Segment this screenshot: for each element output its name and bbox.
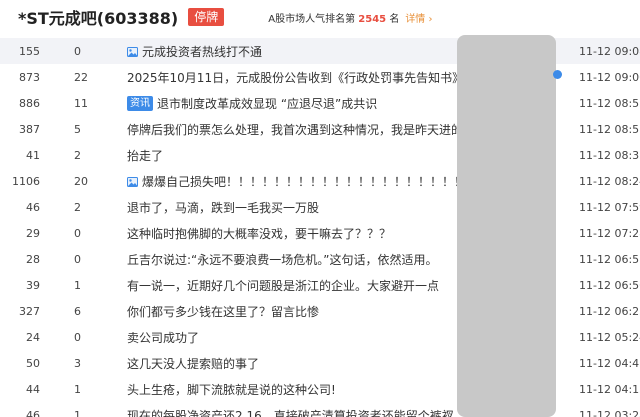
- post-title-link[interactable]: 现在的每股净资产还2.16，直接破产清算投资者还能留个裤衩。: [127, 407, 457, 417]
- post-time: 11-12 04:47: [579, 356, 640, 370]
- rank-suffix: 名: [389, 13, 400, 25]
- post-time: 11-12 08:35: [579, 148, 640, 162]
- post-title-link[interactable]: 退市了，马滴，跌到一毛我买一万股: [127, 199, 319, 216]
- reply-count: 2: [74, 148, 81, 162]
- post-title-link[interactable]: 抬走了: [127, 147, 163, 164]
- post-title-link[interactable]: 卖公司成功了: [127, 329, 199, 346]
- post-title: 这几天没人提索赔的事了: [127, 355, 457, 372]
- post-time: 11-12 07:28: [579, 226, 640, 240]
- read-count: 873: [19, 70, 40, 84]
- post-time: 11-12 04:15: [579, 382, 640, 396]
- post-time: 11-12 08:24: [579, 174, 640, 188]
- post-title: 爆爆自己损失吧！！！！！！！！！！！！！！！！！！！！！: [127, 173, 457, 190]
- status-badge: 停牌: [188, 8, 225, 26]
- reply-count: 22: [74, 70, 88, 84]
- post-time: 11-12 08:55: [579, 96, 640, 110]
- reply-count: 5: [74, 122, 81, 136]
- post-title-link[interactable]: 爆爆自己损失吧！！！！！！！！！！！！！！！！！！！！！: [142, 173, 457, 190]
- post-time: 11-12 08:51: [579, 122, 640, 136]
- detail-label: 详情: [405, 13, 426, 25]
- unread-dot-icon: [553, 70, 562, 79]
- post-title-link[interactable]: 2025年10月11日，元成股份公告收到《行政处罚事先告知书》: [127, 69, 457, 86]
- bar-title[interactable]: *ST元成吧(603388): [18, 5, 178, 29]
- post-title-link[interactable]: 元成投资者热线打不通: [142, 43, 262, 60]
- post-title: 卖公司成功了: [127, 329, 457, 346]
- post-title: 元成投资者热线打不通: [127, 43, 457, 60]
- reply-count: 1: [74, 382, 81, 396]
- read-count: 50: [26, 356, 40, 370]
- reply-count: 11: [74, 96, 88, 110]
- read-count: 886: [19, 96, 40, 110]
- reply-count: 0: [74, 252, 81, 266]
- picture-icon: [127, 46, 138, 57]
- post-title-link[interactable]: 头上生疮，脚下流脓就是说的这种公司!: [127, 381, 336, 398]
- reply-count: 1: [74, 278, 81, 292]
- read-count: 44: [26, 382, 40, 396]
- author-column-redacted: [457, 35, 556, 417]
- guba-post-list-page: *ST元成吧(603388) 停牌 A股市场人气排名第 2545 名 详情 › …: [0, 0, 640, 417]
- post-title-link[interactable]: 退市制度改革成效显现 “应退尽退”成共识: [157, 95, 377, 112]
- post-title: 现在的每股净资产还2.16，直接破产清算投资者还能留个裤衩。: [127, 407, 457, 417]
- news-tag: 资讯: [127, 95, 153, 111]
- post-time: 11-12 09:06: [579, 70, 640, 84]
- reply-count: 0: [74, 226, 81, 240]
- post-title-link[interactable]: 这几天没人提索赔的事了: [127, 355, 259, 372]
- post-time: 11-12 06:56: [579, 278, 640, 292]
- post-title: 你们都亏多少钱在这里了？留言比惨: [127, 303, 457, 320]
- popularity-rank: A股市场人气排名第 2545 名: [268, 10, 399, 25]
- reply-count: 6: [74, 304, 81, 318]
- post-title: 资讯 退市制度改革成效显现 “应退尽退”成共识: [127, 95, 457, 112]
- post-title: 有一说一，近期好几个问题股是浙江的企业。大家避开一点: [127, 277, 457, 294]
- read-count: 24: [26, 330, 40, 344]
- post-time: 11-12 06:57: [579, 252, 640, 266]
- post-title: 头上生疮，脚下流脓就是说的这种公司!: [127, 381, 457, 398]
- reply-count: 20: [74, 174, 88, 188]
- chevron-right-icon: ›: [428, 13, 433, 25]
- post-title-link[interactable]: 丘吉尔说过:“永远不要浪费一场危机。”这句话，依然适用。: [127, 251, 437, 268]
- post-title: 抬走了: [127, 147, 457, 164]
- read-count: 28: [26, 252, 40, 266]
- post-title-link[interactable]: 停牌后我们的票怎么处理，我首次遇到这种情况，我是昨天进的: [127, 121, 457, 138]
- post-title: 2025年10月11日，元成股份公告收到《行政处罚事先告知书》: [127, 69, 457, 86]
- post-title: 停牌后我们的票怎么处理，我首次遇到这种情况，我是昨天进的: [127, 121, 457, 138]
- read-count: 387: [19, 122, 40, 136]
- post-title: 丘吉尔说过:“永远不要浪费一场危机。”这句话，依然适用。: [127, 251, 457, 268]
- reply-count: 0: [74, 44, 81, 58]
- reply-count: 1: [74, 408, 81, 417]
- post-time: 11-12 09:08: [579, 44, 640, 58]
- post-title: 这种临时抱佛脚的大概率没戏，要干嘛去了？？？: [127, 225, 457, 242]
- post-time: 11-12 05:24: [579, 330, 640, 344]
- read-count: 41: [26, 148, 40, 162]
- detail-link[interactable]: 详情 ›: [405, 10, 432, 25]
- read-count: 155: [19, 44, 40, 58]
- post-time: 11-12 06:25: [579, 304, 640, 318]
- post-title-link[interactable]: 你们都亏多少钱在这里了？留言比惨: [127, 303, 319, 320]
- read-count: 327: [19, 304, 40, 318]
- post-title: 退市了，马滴，跌到一毛我买一万股: [127, 199, 457, 216]
- read-count: 46: [26, 200, 40, 214]
- rank-value: 2545: [358, 13, 387, 25]
- post-title-link[interactable]: 有一说一，近期好几个问题股是浙江的企业。大家避开一点: [127, 277, 439, 294]
- bar-header: *ST元成吧(603388) 停牌 A股市场人气排名第 2545 名 详情 ›: [0, 0, 640, 34]
- reply-count: 0: [74, 330, 81, 344]
- read-count: 1106: [12, 174, 40, 188]
- picture-icon: [127, 176, 138, 187]
- read-count: 39: [26, 278, 40, 292]
- reply-count: 3: [74, 356, 81, 370]
- rank-prefix: A股市场人气排名第: [268, 13, 356, 25]
- post-time: 11-12 07:59: [579, 200, 640, 214]
- post-time: 11-12 03:28: [579, 408, 640, 417]
- read-count: 29: [26, 226, 40, 240]
- reply-count: 2: [74, 200, 81, 214]
- read-count: 46: [26, 408, 40, 417]
- post-title-link[interactable]: 这种临时抱佛脚的大概率没戏，要干嘛去了？？？: [127, 225, 391, 242]
